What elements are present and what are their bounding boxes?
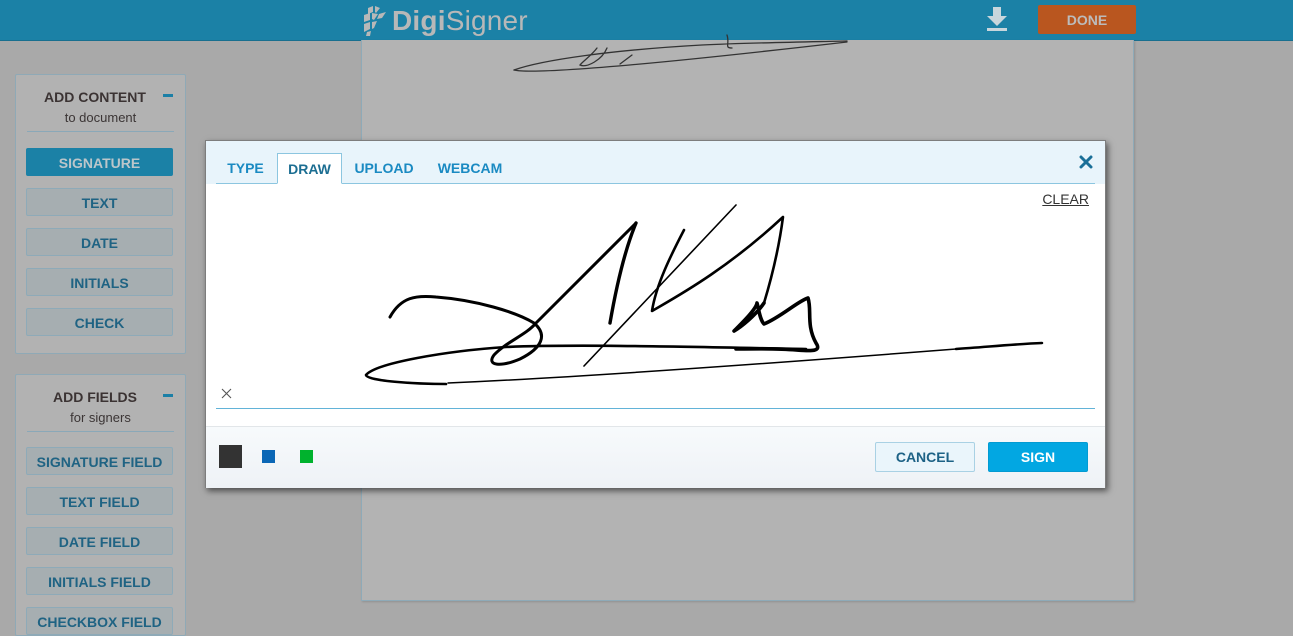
initials-field-button[interactable]: INITIALS FIELD	[26, 567, 173, 595]
tab-upload[interactable]: UPLOAD	[347, 153, 421, 184]
signature-drawing-canvas[interactable]	[216, 185, 1094, 409]
signature-stroke	[732, 296, 820, 353]
checkbox-field-button[interactable]: CHECKBOX FIELD	[26, 607, 173, 635]
initials-button[interactable]: INITIALS	[26, 268, 173, 296]
divider	[27, 431, 174, 432]
add-fields-panel: ADD FIELDS for signers SIGNATURE FIELD T…	[15, 374, 186, 636]
tab-draw[interactable]: DRAW	[277, 153, 342, 184]
signature-baseline	[216, 408, 1095, 409]
date-button[interactable]: DATE	[26, 228, 173, 256]
close-icon[interactable]	[1079, 155, 1093, 169]
text-field-button[interactable]: TEXT FIELD	[26, 487, 173, 515]
add-fields-title: ADD FIELDS	[53, 389, 137, 405]
add-fields-subtitle: for signers	[70, 410, 131, 425]
cancel-button[interactable]: CANCEL	[875, 442, 975, 472]
download-icon	[987, 7, 1007, 31]
text-button[interactable]: TEXT	[26, 188, 173, 216]
tab-webcam[interactable]: WEBCAM	[430, 153, 510, 184]
signature-field-button[interactable]: SIGNATURE FIELD	[26, 447, 173, 475]
logo-mark-icon	[364, 6, 386, 36]
placed-signature[interactable]	[502, 30, 862, 75]
date-field-button[interactable]: DATE FIELD	[26, 527, 173, 555]
check-button[interactable]: CHECK	[26, 308, 173, 336]
collapse-add-fields-minus-icon[interactable]	[163, 394, 173, 397]
pen-color-black-swatch[interactable]	[219, 445, 242, 468]
tab-type[interactable]: TYPE	[220, 153, 271, 184]
pen-color-blue-swatch[interactable]	[262, 450, 275, 463]
add-content-subtitle: to document	[64, 110, 137, 125]
signature-stroke	[388, 221, 638, 366]
signature-dialog: TYPE DRAW UPLOAD WEBCAM CLEAR CANCEL SIG…	[205, 140, 1106, 488]
signature-stroke	[447, 348, 957, 384]
dialog-footer: CANCEL SIGN	[206, 426, 1105, 488]
done-button[interactable]: DONE	[1038, 5, 1136, 34]
add-content-title: ADD CONTENT	[44, 89, 146, 105]
tabs-divider	[216, 183, 1095, 184]
download-button[interactable]	[983, 6, 1011, 34]
signature-stroke	[650, 215, 785, 313]
pen-color-green-swatch[interactable]	[300, 450, 313, 463]
x-mark-icon	[221, 388, 232, 399]
divider	[27, 131, 174, 132]
signature-stroke	[954, 341, 1044, 351]
collapse-add-content-minus-icon[interactable]	[163, 94, 173, 97]
signature-button[interactable]: SIGNATURE	[26, 148, 173, 176]
sign-button[interactable]: SIGN	[988, 442, 1088, 472]
add-content-panel: ADD CONTENT to document SIGNATURE TEXT D…	[15, 74, 186, 354]
